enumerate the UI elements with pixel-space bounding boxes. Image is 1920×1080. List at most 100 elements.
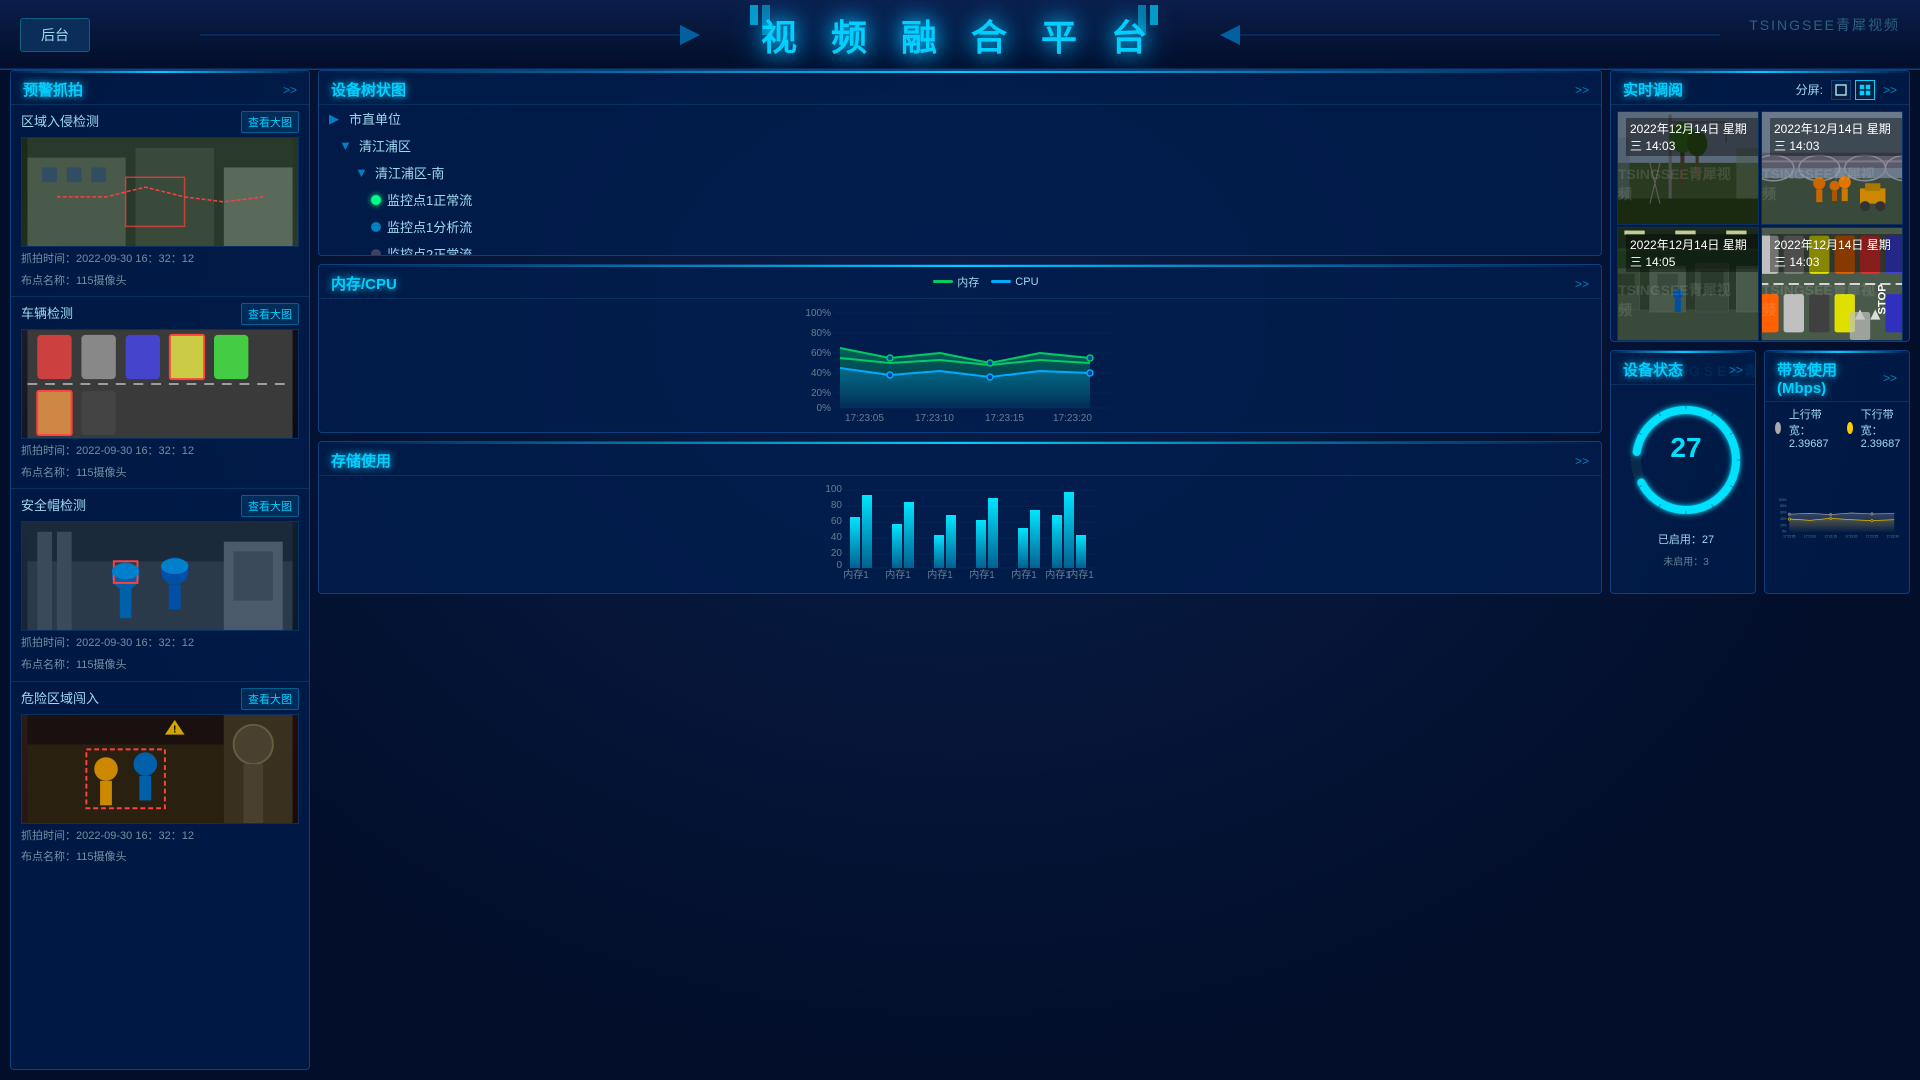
storage-svg: 100 80 60 40 20 0 <box>329 480 1591 580</box>
video-cell-3[interactable]: 2022年12月14日 星期三 14:05 TSINGSEE青犀视频 <box>1617 227 1759 341</box>
grid-2x2-svg <box>1859 84 1871 96</box>
storage-more[interactable]: >> <box>1575 454 1589 468</box>
memory-cpu-more[interactable]: >> <box>1575 277 1589 291</box>
alert-3-type: 安全帽检测 <box>21 495 86 517</box>
alert-item-3: 安全帽检测 查看大图 <box>11 489 309 681</box>
svg-text:40%: 40% <box>811 368 831 379</box>
alert-3-scene-svg <box>22 522 298 630</box>
tree-arrow-icon: ▼ <box>355 165 371 180</box>
realtime-more[interactable]: >> <box>1883 83 1897 97</box>
svg-text:!: ! <box>173 724 176 735</box>
svg-text:内存1: 内存1 <box>1068 568 1094 580</box>
svg-text:20%: 20% <box>811 388 831 399</box>
realtime-title: 实时调阅 <box>1623 79 1683 100</box>
svg-text:17:23:15: 17:23:15 <box>985 413 1024 423</box>
tree-arrow-icon: ▶ <box>329 111 345 127</box>
split-1x1-icon[interactable] <box>1831 80 1851 100</box>
tree-item-monitor1a[interactable]: 监控点1分析流 <box>319 213 1601 240</box>
alert-2-header: 车辆检测 查看大图 <box>21 303 299 325</box>
alert-3-camera: 布点名称：115摄像头 <box>21 657 299 675</box>
svg-text:40: 40 <box>831 532 843 543</box>
alert-panel-more[interactable]: >> <box>283 83 297 97</box>
svg-text:17:23:25: 17:23:25 <box>1866 534 1879 538</box>
memory-legend-label: 内存 <box>957 274 979 290</box>
device-tree-more[interactable]: >> <box>1575 83 1589 97</box>
donut-online: 18 在线：18 离线：9 <box>1751 395 1756 568</box>
alert-1-image <box>21 137 299 247</box>
alert-panel-title: 预警抓拍 <box>23 79 83 100</box>
memory-cpu-header: 内存/CPU 内存 CPU >> <box>319 265 1601 299</box>
alert-4-image: ! <box>21 714 299 824</box>
cpu-legend-label: CPU <box>1015 276 1038 288</box>
upload-legend: 上行带宽：2.39687 <box>1775 406 1835 450</box>
storage-panel: 存储使用 >> 100 80 60 40 20 0 <box>318 441 1602 594</box>
svg-text:内存1: 内存1 <box>927 568 953 580</box>
memory-legend-item: 内存 <box>933 274 979 290</box>
device-status-more[interactable]: >> <box>1729 363 1743 377</box>
donut-enabled-svg: 27 <box>1621 395 1751 525</box>
svg-text:60%: 60% <box>811 348 831 359</box>
tree-arrow-icon: ▼ <box>339 138 355 153</box>
alert-panel: 预警抓拍 >> 区域入侵检测 查看大图 <box>10 70 310 1070</box>
svg-text:17:23:05: 17:23:05 <box>1783 534 1796 538</box>
split-label: 分屏: <box>1796 81 1823 98</box>
svg-text:17:23:30: 17:23:30 <box>1886 534 1899 538</box>
status-dot-gray <box>371 249 381 257</box>
tree-label: 监控点1正常流 <box>387 190 472 209</box>
tree-item-monitor1[interactable]: 监控点1正常流 <box>319 186 1601 213</box>
tree-item-qjpq-n[interactable]: ▼ 清江浦区-南 <box>319 159 1601 186</box>
svg-text:17:23:05: 17:23:05 <box>845 413 884 423</box>
cpu-legend-color <box>991 280 1011 283</box>
upload-legend-dot <box>1775 422 1781 434</box>
center-column: 实时调阅 分屏: <box>1610 70 1910 594</box>
video-cell-4[interactable]: 2022年12月14日 星期三 14:03 TSINGSEE青犀视频 STOP <box>1761 227 1903 341</box>
alert-1-view-btn[interactable]: 查看大图 <box>241 111 299 133</box>
svg-text:0: 0 <box>836 560 842 571</box>
alert-2-image <box>21 329 299 439</box>
back-button[interactable]: 后台 <box>20 18 90 52</box>
video-timestamp-4: 2022年12月14日 星期三 14:03 <box>1770 234 1902 272</box>
bandwidth-chart: 100% 80% 60% 40% 20% 0% <box>1765 450 1909 593</box>
video-cell-2[interactable]: 2022年12月14日 星期三 14:03 TSINGSEE青犀视频 <box>1761 111 1903 225</box>
tree-item-monitor2[interactable]: 监控点2正常流 <box>319 240 1601 256</box>
svg-text:100%: 100% <box>1778 498 1786 502</box>
video-timestamp-3: 2022年12月14日 星期三 14:05 <box>1626 234 1758 272</box>
alert-4-header: 危险区域闯入 查看大图 <box>21 688 299 710</box>
svg-text:60: 60 <box>831 516 843 527</box>
memory-legend-color <box>933 280 953 283</box>
realtime-panel: 实时调阅 分屏: <box>1610 70 1910 342</box>
svg-text:0%: 0% <box>1782 530 1787 534</box>
svg-text:20: 20 <box>831 548 843 559</box>
memory-cpu-panel: 内存/CPU 内存 CPU >> <box>318 264 1602 433</box>
tree-item-qjpq[interactable]: ▼ 清江浦区 <box>319 132 1601 159</box>
bandwidth-header: 带宽使用(Mbps) >> <box>1765 351 1909 402</box>
memory-cpu-chart: 100% 80% 60% 40% 20% 0% 17:23:05 17:23:1… <box>319 299 1601 428</box>
alert-2-scene-svg <box>22 330 298 438</box>
device-tree-panel: 设备树状图 >> TSINGSEE青犀视频 ▶ 市直单位 ▼ 清江浦区 ▼ 清江 <box>318 70 1602 256</box>
tree-label: 监控点2正常流 <box>387 244 472 256</box>
svg-text:17:23:15: 17:23:15 <box>1824 534 1837 538</box>
alert-2-type: 车辆检测 <box>21 303 73 325</box>
video-cell-1[interactable]: 2022年12月14日 星期三 14:03 TSINGSEE青犀视频 <box>1617 111 1759 225</box>
alert-4-scene-svg: ! <box>22 715 298 823</box>
bandwidth-more[interactable]: >> <box>1883 371 1897 385</box>
donut-container: 27 已启用：27 未启用：3 <box>1611 385 1755 578</box>
video-timestamp-1: 2022年12月14日 星期三 14:03 <box>1626 118 1758 156</box>
split-2x2-icon[interactable] <box>1855 80 1875 100</box>
tree-item-city[interactable]: ▶ 市直单位 <box>319 105 1601 132</box>
alert-3-image <box>21 521 299 631</box>
storage-header: 存储使用 >> <box>319 442 1601 476</box>
alert-2-time: 抓拍时间：2022-09-30 16：32：12 <box>21 443 299 461</box>
svg-text:内存1: 内存1 <box>885 568 911 580</box>
alert-item-4: 危险区域闯入 查看大图 <box>11 682 309 873</box>
alert-item-2: 车辆检测 查看大图 <box>11 297 309 489</box>
svg-text:17:23:20: 17:23:20 <box>1053 413 1092 423</box>
alert-3-view-btn[interactable]: 查看大图 <box>241 495 299 517</box>
bandwidth-panel: 带宽使用(Mbps) >> 上行带宽：2.39687 下行带宽：2.39687 <box>1764 350 1910 594</box>
svg-text:100%: 100% <box>805 308 831 319</box>
alert-4-view-btn[interactable]: 查看大图 <box>241 688 299 710</box>
download-legend: 下行带宽：2.39687 <box>1847 406 1907 450</box>
split-icon-group <box>1831 80 1875 100</box>
alert-2-view-btn[interactable]: 查看大图 <box>241 303 299 325</box>
bandwidth-legend: 上行带宽：2.39687 下行带宽：2.39687 <box>1765 402 1909 450</box>
